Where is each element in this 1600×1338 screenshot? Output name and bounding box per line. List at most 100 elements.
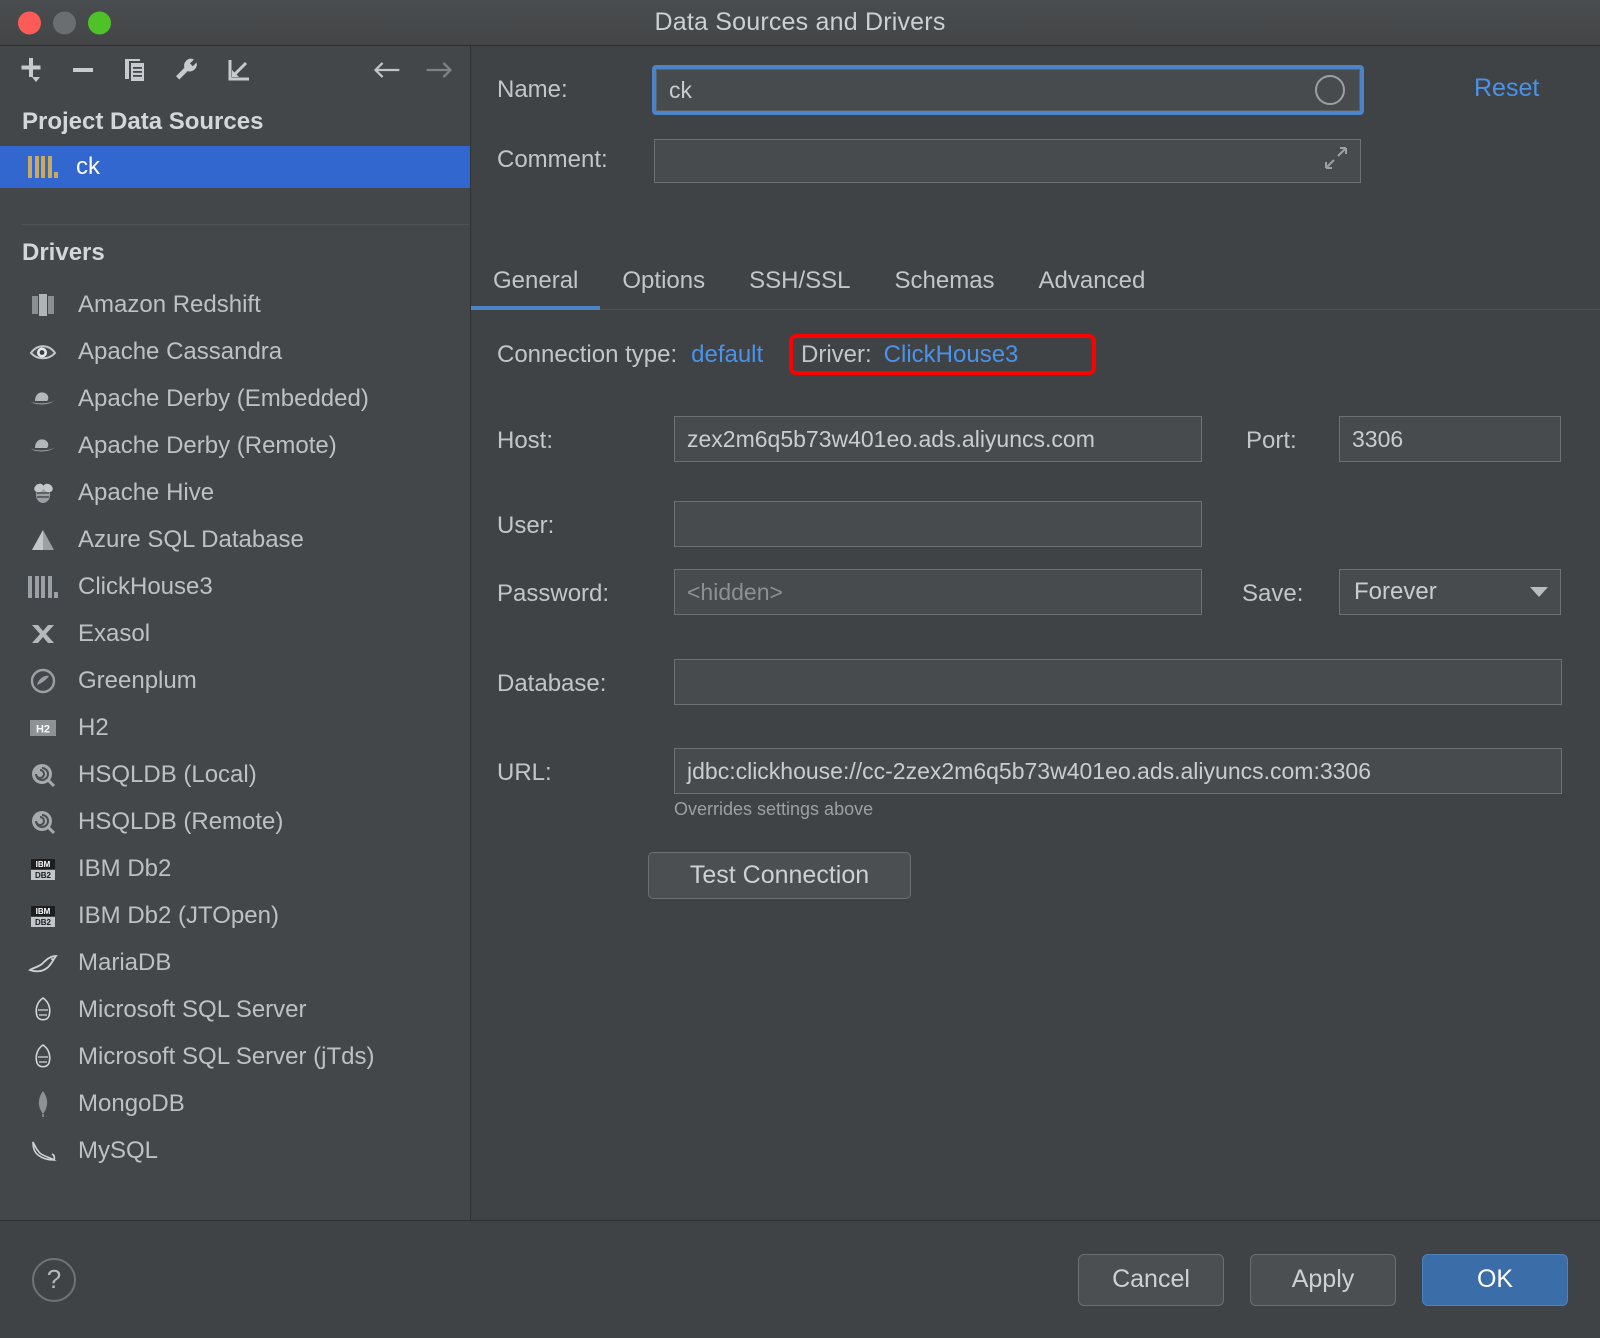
tab-ssh-ssl[interactable]: SSH/SSL bbox=[727, 267, 872, 309]
user-input[interactable] bbox=[674, 501, 1202, 547]
driver-item-hsqldb-local[interactable]: HSQLDB (Local) bbox=[0, 751, 470, 798]
svg-text:DB2: DB2 bbox=[35, 918, 52, 927]
password-input[interactable]: <hidden> bbox=[674, 569, 1202, 615]
driver-label: H2 bbox=[78, 713, 109, 741]
azure-icon bbox=[26, 525, 60, 555]
color-circle-icon[interactable] bbox=[1315, 75, 1345, 105]
tab-general[interactable]: General bbox=[471, 267, 601, 310]
driver-item-mariadb[interactable]: MariaDB bbox=[0, 939, 470, 986]
password-placeholder: <hidden> bbox=[687, 578, 783, 605]
ibm-db2-icon: IBM DB2 bbox=[26, 901, 60, 931]
driver-item-greenplum[interactable]: Greenplum bbox=[0, 657, 470, 704]
host-label: Host: bbox=[497, 427, 554, 454]
svg-text:H2: H2 bbox=[36, 723, 50, 735]
comment-label: Comment: bbox=[497, 146, 608, 173]
apply-button[interactable]: Apply bbox=[1250, 1253, 1396, 1306]
driver-label: Greenplum bbox=[78, 666, 197, 694]
driver-label: Microsoft SQL Server (jTds) bbox=[78, 1042, 375, 1070]
driver-label: Exasol bbox=[78, 619, 151, 647]
exasol-x-icon bbox=[26, 619, 60, 649]
database-input[interactable] bbox=[674, 659, 1562, 705]
driver-item-apache-hive[interactable]: Apache Hive bbox=[0, 469, 470, 516]
driver-value[interactable]: ClickHouse3 bbox=[884, 341, 1019, 369]
driver-item-mongodb[interactable]: MongoDB bbox=[0, 1080, 470, 1127]
name-label: Name: bbox=[497, 76, 568, 103]
clickhouse-icon bbox=[26, 152, 60, 182]
save-select[interactable]: Forever bbox=[1339, 569, 1561, 615]
driver-item-microsoft-sql-server[interactable]: Microsoft SQL Server bbox=[0, 986, 470, 1033]
tab-advanced[interactable]: Advanced bbox=[1017, 267, 1168, 309]
port-input-value: 3306 bbox=[1352, 425, 1404, 452]
apply-label: Apply bbox=[1291, 1265, 1355, 1293]
test-connection-button[interactable]: Test Connection bbox=[648, 852, 911, 899]
connection-type-label: Connection type: bbox=[497, 341, 678, 368]
chevron-down-icon bbox=[1530, 587, 1548, 597]
mariadb-seal-icon bbox=[26, 948, 60, 978]
forward-button[interactable] bbox=[424, 55, 454, 85]
name-field-focus-ring: ck bbox=[652, 65, 1364, 115]
save-select-value: Forever bbox=[1354, 578, 1437, 605]
save-label: Save: bbox=[1242, 580, 1304, 607]
remove-data-source-button[interactable] bbox=[68, 55, 98, 85]
driver-label: Microsoft SQL Server bbox=[78, 995, 307, 1023]
sidebar-toolbar bbox=[0, 46, 470, 94]
sidebar-item-label: ck bbox=[76, 153, 100, 180]
driver-item-clickhouse3[interactable]: ClickHouse3 bbox=[0, 563, 470, 610]
driver-label: Azure SQL Database bbox=[78, 525, 304, 553]
add-data-source-button[interactable] bbox=[16, 55, 46, 85]
connection-type-value[interactable]: default bbox=[691, 341, 763, 369]
cassandra-eye-icon bbox=[26, 337, 60, 367]
comment-input[interactable] bbox=[654, 139, 1361, 183]
mysql-dolphin-icon bbox=[26, 1136, 60, 1166]
host-input-value: zex2m6q5b73w401eo.ads.aliyuncs.com bbox=[687, 425, 1095, 452]
driver-item-exasol[interactable]: Exasol bbox=[0, 610, 470, 657]
details-panel: Name: ck Reset Comment: General Options … bbox=[471, 46, 1600, 1220]
drivers-list[interactable]: Amazon Redshift Apache Cassandra Apache … bbox=[0, 277, 470, 1220]
driver-item-amazon-redshift[interactable]: Amazon Redshift bbox=[0, 281, 470, 328]
import-button[interactable] bbox=[224, 55, 254, 85]
arrow-left-icon bbox=[373, 62, 400, 78]
project-data-sources-heading: Project Data Sources bbox=[22, 108, 264, 135]
minimize-window-button[interactable] bbox=[53, 11, 76, 34]
tab-options[interactable]: Options bbox=[600, 267, 727, 309]
expand-icon[interactable] bbox=[1324, 146, 1348, 176]
driver-item-apache-derby-remote[interactable]: Apache Derby (Remote) bbox=[0, 422, 470, 469]
url-input[interactable]: jdbc:clickhouse://cc-2zex2m6q5b73w401eo.… bbox=[674, 748, 1562, 794]
driver-item-mysql[interactable]: MySQL bbox=[0, 1127, 470, 1174]
tab-schemas[interactable]: Schemas bbox=[873, 267, 1017, 309]
driver-item-hsqldb-remote[interactable]: HSQLDB (Remote) bbox=[0, 798, 470, 845]
driver-item-apache-cassandra[interactable]: Apache Cassandra bbox=[0, 328, 470, 375]
connection-type-row: Connection type: default bbox=[497, 341, 763, 369]
duplicate-data-source-button[interactable] bbox=[120, 55, 150, 85]
driver-label: MongoDB bbox=[78, 1089, 185, 1117]
svg-text:IBM: IBM bbox=[36, 860, 51, 869]
driver-item-microsoft-sql-server-jtds[interactable]: Microsoft SQL Server (jTds) bbox=[0, 1033, 470, 1080]
reset-link[interactable]: Reset bbox=[1474, 74, 1539, 103]
url-hint: Overrides settings above bbox=[674, 799, 874, 819]
database-row: Database: bbox=[497, 659, 1597, 705]
hsqldb-icon bbox=[26, 760, 60, 790]
host-input[interactable]: zex2m6q5b73w401eo.ads.aliyuncs.com bbox=[674, 416, 1202, 462]
driver-label: IBM Db2 bbox=[78, 854, 172, 882]
driver-item-apache-derby-embedded[interactable]: Apache Derby (Embedded) bbox=[0, 375, 470, 422]
cancel-button[interactable]: Cancel bbox=[1078, 1253, 1224, 1306]
driver-item-h2[interactable]: H2 H2 bbox=[0, 704, 470, 751]
plus-dropdown-icon bbox=[21, 58, 41, 82]
sidebar-item-ck[interactable]: ck bbox=[0, 146, 470, 188]
close-window-button[interactable] bbox=[18, 11, 41, 34]
zoom-window-button[interactable] bbox=[88, 11, 111, 34]
ok-button[interactable]: OK bbox=[1422, 1253, 1568, 1306]
back-button[interactable] bbox=[372, 55, 402, 85]
tab-bar[interactable]: General Options SSH/SSL Schemas Advanced bbox=[471, 254, 1600, 310]
help-button[interactable]: ? bbox=[32, 1257, 76, 1302]
name-input[interactable]: ck bbox=[656, 69, 1360, 111]
driver-item-azure-sql-database[interactable]: Azure SQL Database bbox=[0, 516, 470, 563]
port-input[interactable]: 3306 bbox=[1339, 416, 1561, 462]
mssql-icon bbox=[26, 995, 60, 1025]
properties-button[interactable] bbox=[172, 55, 202, 85]
database-label: Database: bbox=[497, 670, 607, 697]
url-label: URL: bbox=[497, 759, 552, 786]
sidebar-panel: Project Data Sources ck Drivers Amazon R… bbox=[0, 46, 471, 1220]
driver-item-ibm-db2[interactable]: IBM DB2 IBM Db2 bbox=[0, 845, 470, 892]
driver-item-ibm-db2-jtopen[interactable]: IBM DB2 IBM Db2 (JTOpen) bbox=[0, 892, 470, 939]
